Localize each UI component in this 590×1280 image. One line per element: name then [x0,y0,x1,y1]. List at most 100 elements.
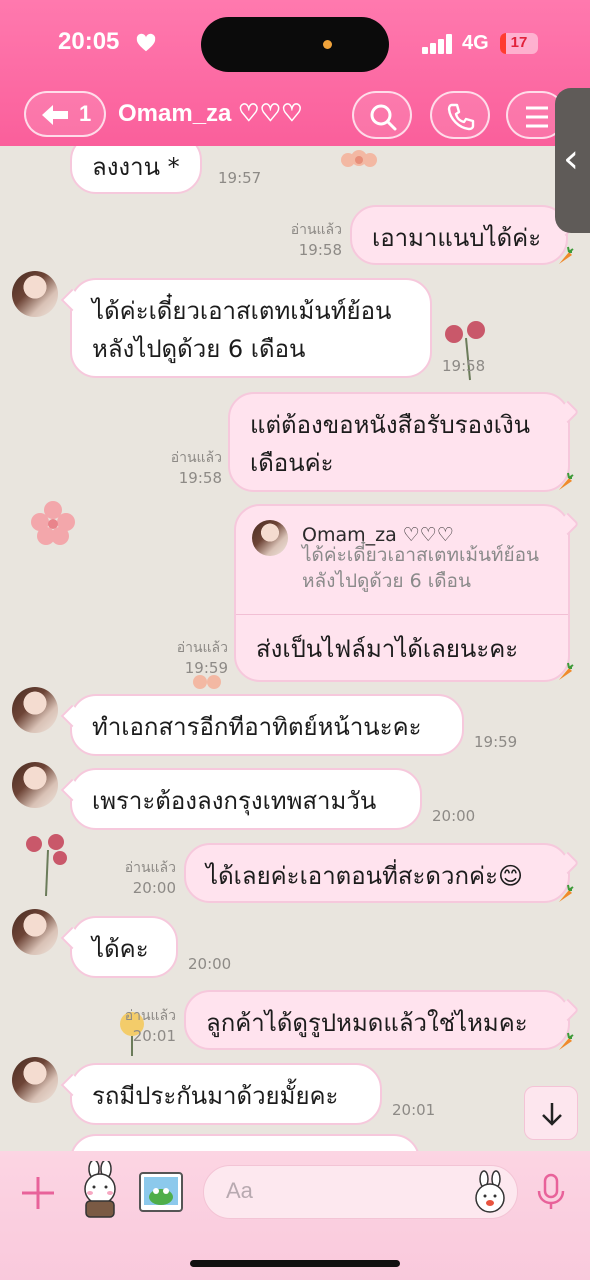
message-bubble-incoming[interactable]: ทำเอกสารอีกทีอาทิตย์หน้านะคะ [70,694,464,756]
message-time: 19:59 [184,659,228,677]
message-time: 20:00 [188,955,232,973]
avatar[interactable] [12,1057,58,1103]
side-panel-toggle[interactable]: ‹ [555,88,590,233]
avatar[interactable] [12,271,58,317]
message-text: เพราะต้องลงกรุงเทพสามวัน [92,787,377,815]
message-meta: 19:58 [442,356,485,377]
sticker-icon[interactable] [76,1161,124,1219]
chat-title: Omam_za ♡♡♡ [118,100,303,127]
avatar[interactable] [12,909,58,955]
back-arrow-icon [42,105,68,125]
message-meta: 20:00 [188,954,231,975]
message-meta: อ่านแล้ว 20:00 [104,858,176,898]
message-time: 20:00 [432,807,476,825]
message-text: ส่งเป็นไฟล์มาได้เลยนะคะ [256,635,519,663]
battery-level: 17 [510,34,528,51]
read-receipt: อ่านแล้ว [176,640,228,656]
message-bubble-incoming[interactable]: ได้ค่ะเดี๋ยวเอาสเตทเม้นท์ย้อน หลังไปดูด้… [70,278,432,378]
home-indicator [190,1260,400,1267]
read-receipt: อ่านแล้ว [290,222,342,238]
arrow-down-icon [542,1103,562,1126]
heart-icon [136,33,156,52]
message-text: รถมีประกันมาด้วยมั้ยคะ [92,1082,339,1110]
message-text-line: หลังไปดูด้วย 6 เดือน [92,335,306,363]
message-bubble-outgoing[interactable]: ลูกค้าได้ดูรูปหมดแล้วใช่ไหมคะ [184,990,570,1050]
status-time: 20:05 [58,28,120,55]
plus-icon[interactable] [18,1173,58,1213]
quoted-text-line: ได้ค่ะเดี๋ยวเอาสเตทเม้นท์ย้อน [302,544,540,566]
message-bubble-incoming[interactable]: เพราะต้องลงกรุงเทพสามวัน [70,768,422,830]
message-time: 19:57 [218,169,262,187]
message-input[interactable]: Aa [203,1165,518,1219]
message-time: 19:59 [474,733,518,751]
message-text: ลูกค้าได้ดูรูปหมดแล้วใช่ไหมคะ [206,1009,528,1037]
quoted-text: ได้ค่ะเดี๋ยวเอาสเตทเม้นท์ย้อน หลังไปดูด้… [302,542,539,594]
message-text-line: ได้ค่ะเดี๋ยวเอาสเตทเม้นท์ย้อน [92,297,392,325]
message-text: เอามาแนบได้ค่ะ [372,224,542,252]
message-time: 20:01 [392,1101,436,1119]
message-meta: 19:59 [474,732,517,753]
call-button[interactable] [430,91,490,139]
message-list[interactable]: ลงงาน * 19:57 อ่านแล้ว 19:58 เอามาแนบได้… [0,146,590,1151]
message-text: ได้คะ [92,935,149,963]
search-icon [370,104,397,131]
message-meta: 20:01 [392,1100,435,1121]
carrot-icon [559,246,574,264]
message-text: ลงงาน * [92,153,180,181]
photo-icon[interactable] [138,1171,184,1213]
message-time: 19:58 [298,241,342,259]
back-button[interactable]: 1 [24,91,106,137]
message-meta: อ่านแล้ว 20:01 [104,1006,176,1046]
quoted-avatar [252,520,288,556]
carrot-icon [559,884,574,902]
flower-decoration [341,150,377,167]
read-receipt: อ่านแล้ว [170,450,222,466]
signal-icon [422,34,454,54]
chevron-left-icon: ‹ [563,136,579,182]
message-text: ทำเอกสารอีกทีอาทิตย์หน้านะคะ [92,713,422,741]
message-time: 20:00 [132,879,176,897]
message-meta: อ่านแล้ว 19:58 [150,448,222,488]
menu-icon [526,106,548,128]
message-bubble-incoming[interactable]: ลงงาน * [70,146,202,194]
chat-header: 20:05 4G 17 1 Omam_za ♡♡♡ [0,0,590,146]
message-bubble-incoming[interactable]: ได้คะ [70,916,178,978]
phone-icon [447,103,475,131]
flower-decoration [26,834,67,897]
quoted-text-line: หลังไปดูด้วย 6 เดือน [302,570,471,592]
message-meta: 20:00 [432,806,475,827]
divider [236,614,568,615]
reply-message-bubble[interactable]: Omam_za ♡♡♡ ได้ค่ะเดี๋ยวเอาสเตทเม้นท์ย้อ… [234,504,570,682]
flower-decoration [31,501,75,545]
read-receipt: อ่านแล้ว [124,1008,176,1024]
battery-icon: 17 [500,33,538,54]
message-text-line: เดือนค่ะ [250,449,334,477]
message-time: 19:58 [442,357,486,375]
message-bubble-outgoing[interactable]: ได้เลยค่ะเอาตอนที่สะดวกค่ะ😊 [184,843,570,903]
mic-icon[interactable] [536,1173,566,1211]
message-time: 19:58 [178,469,222,487]
unread-count: 1 [79,101,92,126]
scroll-to-bottom-button[interactable] [524,1086,578,1140]
message-text-line: แต่ต้องขอหนังสือรับรองเงิน [250,411,531,439]
avatar[interactable] [12,762,58,808]
dynamic-island [201,17,389,72]
message-bubble-outgoing[interactable]: เอามาแนบได้ค่ะ [350,205,568,265]
message-meta: อ่านแล้ว 19:59 [156,638,228,678]
message-time: 20:01 [132,1027,176,1045]
message-text: ได้เลยค่ะเอาตอนที่สะดวกค่ะ😊 [206,862,523,890]
message-bubble-outgoing[interactable]: แต่ต้องขอหนังสือรับรองเงิน เดือนค่ะ [228,392,570,492]
carrot-icon [559,662,574,680]
network-label: 4G [462,32,489,54]
message-bubble-incoming[interactable] [70,1134,420,1151]
message-meta: อ่านแล้ว 19:58 [270,220,342,260]
carrot-icon [559,472,574,490]
message-bubble-incoming[interactable]: รถมีประกันมาด้วยมั้ยคะ [70,1063,382,1125]
read-receipt: อ่านแล้ว [124,860,176,876]
avatar[interactable] [12,687,58,733]
carrot-icon [559,1032,574,1050]
emoji-icon[interactable] [470,1170,510,1214]
input-placeholder: Aa [226,1178,253,1203]
search-button[interactable] [352,91,412,139]
message-meta: 19:57 [218,168,261,189]
